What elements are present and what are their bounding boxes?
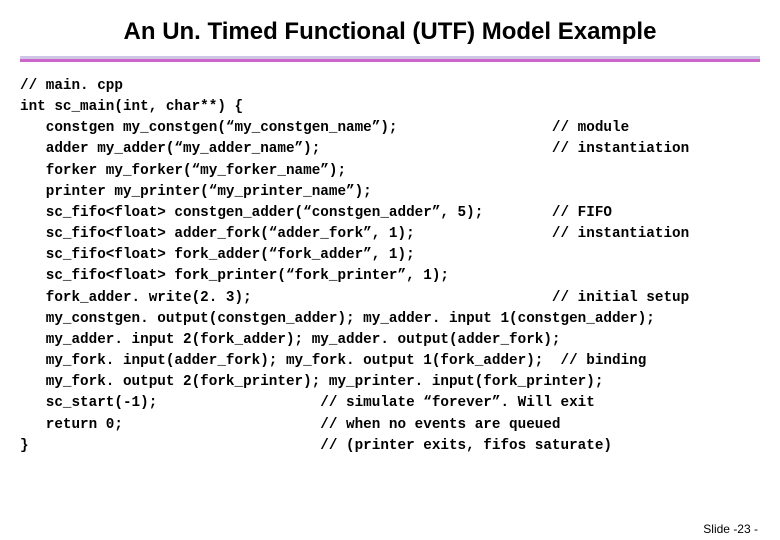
divider-bar [20, 56, 760, 62]
slide-footer: Slide -23 - [703, 522, 758, 536]
title-area: An Un. Timed Functional (UTF) Model Exam… [20, 10, 760, 50]
slide: An Un. Timed Functional (UTF) Model Exam… [0, 0, 780, 540]
slide-title: An Un. Timed Functional (UTF) Model Exam… [20, 18, 760, 46]
divider-magenta [20, 59, 760, 62]
code-block: // main. cpp int sc_main(int, char**) { … [20, 62, 760, 457]
